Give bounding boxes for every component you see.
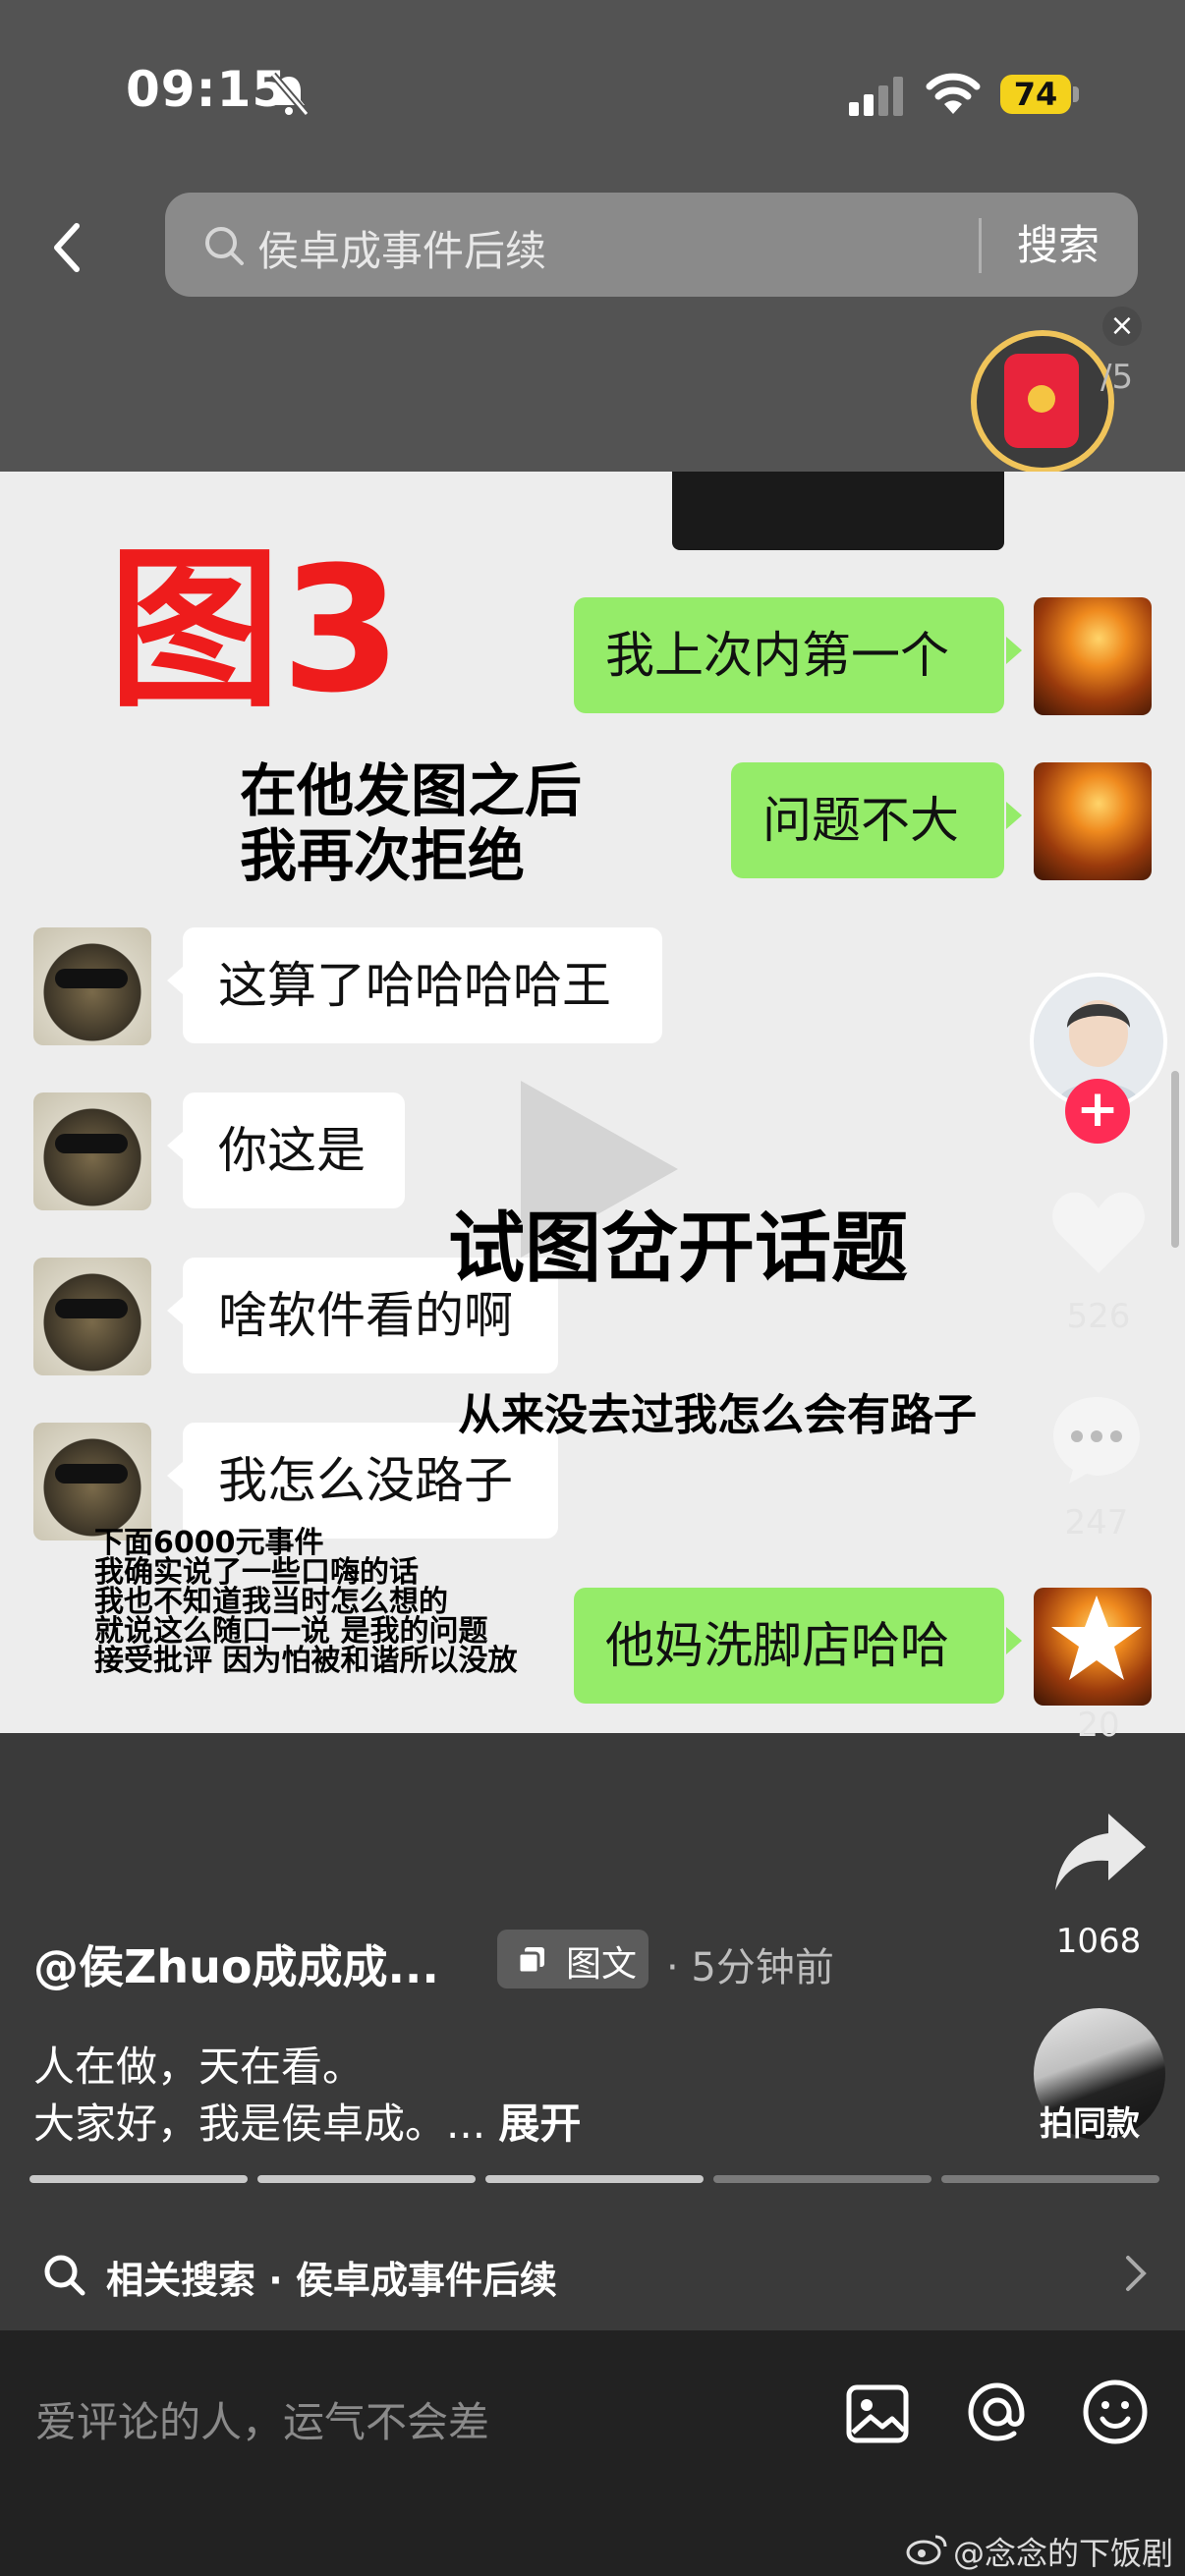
note-line: 我确实说了一些口嗨的话 bbox=[94, 1555, 419, 1590]
same-style-label[interactable]: 拍同款 bbox=[1040, 2097, 1140, 2145]
search-icon bbox=[205, 227, 244, 265]
note-line: 接受批评 因为怕被和谐所以没放 bbox=[94, 1644, 518, 1678]
at-mention-icon[interactable] bbox=[963, 2378, 1032, 2446]
share-icon[interactable] bbox=[1051, 1808, 1150, 1896]
wifi-icon bbox=[926, 73, 981, 114]
note-line: 就说这么随口一说 是我的问题 bbox=[94, 1614, 488, 1649]
status-time: 09:15 bbox=[126, 61, 288, 118]
progress-segment bbox=[941, 2175, 1159, 2183]
emoji-icon[interactable] bbox=[1081, 2378, 1150, 2446]
post-description-text: 大家好，我是侯卓成。... bbox=[33, 2100, 486, 2148]
figure-label: 图3 bbox=[108, 530, 402, 731]
back-button[interactable] bbox=[37, 208, 96, 287]
mute-bell-icon bbox=[270, 72, 310, 117]
note-line: 下面6000元事件 bbox=[94, 1526, 324, 1560]
avatar-detail bbox=[55, 1299, 128, 1318]
share-count: 1068 bbox=[1055, 1922, 1142, 1961]
chat-bubble-left: 你这是 bbox=[167, 1092, 405, 1208]
avatar bbox=[1034, 762, 1152, 880]
annotation-text: 试图岔开话题 bbox=[448, 1204, 909, 1293]
watermark-text: @念念的下饭剧 bbox=[953, 2535, 1174, 2572]
related-search-text[interactable]: 相关搜索 · 侯卓成事件后续 bbox=[106, 2250, 557, 2304]
battery-level: 74 bbox=[1000, 75, 1071, 114]
star-icon[interactable] bbox=[1047, 1590, 1146, 1688]
expand-link[interactable]: 展开 bbox=[498, 2100, 581, 2148]
post-time: · 5分钟前 bbox=[666, 1945, 834, 1990]
comment-icon[interactable] bbox=[1047, 1389, 1146, 1487]
chat-bubble-left: 这算了哈哈哈哈王 bbox=[167, 927, 662, 1043]
author-name[interactable]: @侯Zhuo成成成... bbox=[33, 1932, 439, 1996]
search-divider bbox=[979, 218, 982, 273]
annotation-text: 我再次拒绝 bbox=[240, 822, 526, 889]
cellular-signal-icon bbox=[849, 77, 903, 116]
chat-bubble-right: 我上次内第一个 bbox=[574, 597, 1022, 713]
search-icon bbox=[44, 2255, 85, 2296]
favorite-count: 20 bbox=[1077, 1706, 1120, 1745]
avatar bbox=[1034, 597, 1152, 715]
note-line: 我也不知道我当时怎么想的 bbox=[94, 1585, 448, 1619]
comment-input[interactable]: 爱评论的人，运气不会差 bbox=[35, 2389, 802, 2452]
search-input[interactable]: 侯卓成事件后续 bbox=[257, 218, 546, 278]
like-count: 526 bbox=[1066, 1297, 1131, 1336]
post-description-line: 人在做，天在看。 bbox=[33, 2043, 365, 2091]
annotation-text: 从来没去过我怎么会有路子 bbox=[458, 1390, 977, 1440]
chat-bubble-right: 问题不大 bbox=[731, 762, 1022, 878]
post-type-label: 图文 bbox=[566, 1944, 638, 1985]
annotation-note: 下面6000元事件 我确实说了一些口嗨的话 我也不知道我当时怎么想的 就说这么随… bbox=[94, 1529, 517, 1676]
avatar-detail bbox=[55, 1134, 128, 1153]
chat-bubble-right: 他妈洗脚店哈哈 bbox=[574, 1588, 1022, 1704]
annotation-text: 在他发图之后 bbox=[240, 757, 583, 824]
scrollbar[interactable] bbox=[1171, 1071, 1179, 1248]
avatar-detail bbox=[55, 969, 128, 988]
search-button[interactable]: 搜索 bbox=[994, 216, 1122, 275]
video-thumbnail bbox=[672, 472, 1004, 550]
battery-tip bbox=[1073, 86, 1079, 102]
image-icon[interactable] bbox=[845, 2381, 910, 2446]
comment-count: 247 bbox=[1064, 1503, 1129, 1542]
weibo-logo-icon bbox=[906, 2535, 947, 2565]
progress-segment bbox=[257, 2175, 476, 2183]
chevron-right-icon[interactable] bbox=[1120, 2252, 1150, 2295]
progress-segment bbox=[713, 2175, 931, 2183]
reward-counter: /5 bbox=[1100, 358, 1134, 397]
follow-button[interactable]: + bbox=[1065, 1079, 1130, 1144]
close-icon[interactable]: × bbox=[1102, 307, 1142, 346]
red-envelope-coin bbox=[1028, 385, 1055, 413]
progress-segment bbox=[485, 2175, 704, 2183]
progress-segment bbox=[29, 2175, 248, 2183]
image-post-icon bbox=[517, 1947, 544, 1975]
heart-icon[interactable] bbox=[1049, 1187, 1148, 1277]
avatar-detail bbox=[55, 1464, 128, 1484]
post-description-line: 大家好，我是侯卓成。... 展开 bbox=[33, 2091, 581, 2151]
